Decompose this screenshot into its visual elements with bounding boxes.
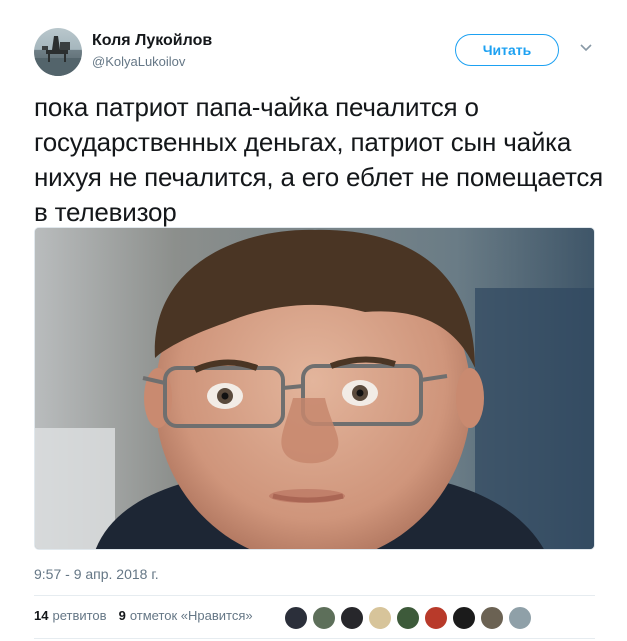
liker-avatar-9[interactable] bbox=[508, 606, 532, 630]
divider-bottom bbox=[34, 638, 595, 639]
retweets-count: 14 bbox=[34, 608, 49, 623]
author-username[interactable]: @KolyaLukoilov bbox=[92, 53, 212, 71]
retweets-stat[interactable]: 14 ретвитов bbox=[34, 608, 107, 623]
liker-avatar-8[interactable] bbox=[480, 606, 504, 630]
author-block: Коля Лукойлов @KolyaLukoilov bbox=[92, 31, 212, 71]
tweet-photo[interactable] bbox=[34, 227, 595, 550]
tweet-timestamp[interactable]: 9:57 - 9 апр. 2018 г. bbox=[34, 566, 159, 582]
tweet-text: пока патриот папа-чайка печалится о госу… bbox=[34, 92, 604, 227]
liker-avatar-7[interactable] bbox=[452, 606, 476, 630]
retweets-label: ретвитов bbox=[52, 608, 107, 623]
likes-stat[interactable]: 9 отметок «Нравится» bbox=[119, 608, 253, 623]
liker-avatar-5[interactable] bbox=[396, 606, 420, 630]
liker-avatar-1[interactable] bbox=[284, 606, 308, 630]
author-avatar[interactable] bbox=[34, 28, 82, 76]
tweet-card: Коля Лукойлов @KolyaLukoilov Читать пока… bbox=[0, 0, 627, 641]
liker-avatar-2[interactable] bbox=[312, 606, 336, 630]
likes-label: отметок «Нравится» bbox=[129, 608, 253, 623]
oil-rig-icon bbox=[34, 36, 82, 76]
chevron-down-icon[interactable] bbox=[578, 40, 594, 56]
liker-avatars bbox=[284, 606, 536, 630]
likes-count: 9 bbox=[118, 608, 126, 623]
divider-top bbox=[34, 595, 595, 596]
liker-avatar-4[interactable] bbox=[368, 606, 392, 630]
liker-avatar-6[interactable] bbox=[424, 606, 448, 630]
author-display-name[interactable]: Коля Лукойлов bbox=[92, 31, 212, 51]
liker-avatar-3[interactable] bbox=[340, 606, 364, 630]
follow-button[interactable]: Читать bbox=[455, 34, 559, 66]
tweet-stats: 14 ретвитов 9 отметок «Нравится» bbox=[34, 608, 265, 623]
photo-man-with-glasses bbox=[35, 228, 594, 549]
